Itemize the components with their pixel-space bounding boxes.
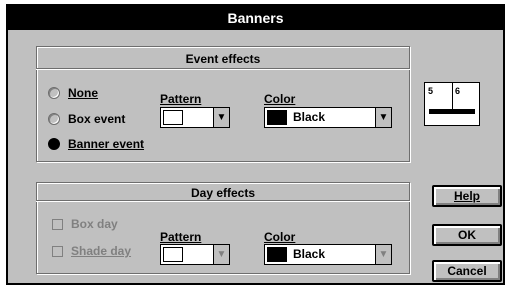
cancel-button-label: Cancel bbox=[447, 264, 487, 278]
checkbox-indicator[interactable] bbox=[52, 218, 63, 230]
checkbox-indicator[interactable] bbox=[52, 245, 63, 257]
dropdown-arrow-icon[interactable]: ▼ bbox=[375, 108, 391, 127]
dropdown-arrow-icon[interactable]: ▼ bbox=[375, 245, 391, 264]
checkbox-box-day-label: Box day bbox=[71, 217, 118, 231]
day-color-select[interactable]: Black ▼ bbox=[264, 244, 392, 265]
checkbox-box-day[interactable]: Box day bbox=[52, 217, 118, 231]
color-swatch bbox=[267, 110, 287, 125]
preview-day2: 6 bbox=[455, 86, 461, 96]
event-color-select[interactable]: Black ▼ bbox=[264, 107, 392, 128]
day-color-label: Color bbox=[264, 230, 296, 244]
day-pattern-select[interactable]: ▼ bbox=[160, 244, 230, 265]
dialog-title: Banners bbox=[8, 6, 503, 30]
ok-button[interactable]: OK bbox=[432, 224, 502, 246]
radio-indicator[interactable] bbox=[48, 87, 60, 99]
radio-indicator-selected[interactable] bbox=[48, 138, 60, 150]
event-color-label: Color bbox=[264, 92, 296, 106]
radio-none-label: None bbox=[68, 86, 98, 100]
checkbox-shade-day[interactable]: Shade day bbox=[52, 244, 131, 258]
help-button-label: Help bbox=[453, 189, 480, 203]
cancel-button[interactable]: Cancel bbox=[432, 260, 502, 282]
event-pattern-label: Pattern bbox=[160, 92, 202, 106]
dropdown-arrow-icon[interactable]: ▼ bbox=[213, 108, 229, 127]
event-pattern-select[interactable]: ▼ bbox=[160, 107, 230, 128]
pattern-swatch bbox=[163, 247, 183, 262]
event-color-value: Black bbox=[293, 110, 326, 124]
radio-box-event[interactable]: Box event bbox=[48, 112, 125, 126]
dropdown-arrow-icon[interactable]: ▼ bbox=[213, 245, 229, 264]
day-pattern-label: Pattern bbox=[160, 230, 202, 244]
ok-button-label: OK bbox=[458, 228, 476, 242]
preview-day1: 5 bbox=[428, 86, 434, 96]
day-effects-separator bbox=[36, 200, 410, 201]
radio-indicator[interactable] bbox=[48, 113, 60, 125]
day-effects-title: Day effects bbox=[190, 186, 256, 200]
checkbox-shade-day-label: Shade day bbox=[71, 244, 132, 258]
event-effects-separator bbox=[36, 68, 410, 69]
day-color-value: Black bbox=[293, 247, 326, 261]
radio-box-event-label: Box event bbox=[68, 112, 126, 126]
radio-none[interactable]: None bbox=[48, 86, 98, 100]
color-swatch bbox=[267, 247, 287, 262]
radio-banner-event[interactable]: Banner event bbox=[48, 137, 144, 151]
banner-preview: 5 6 bbox=[424, 82, 480, 126]
radio-banner-event-label: Banner event bbox=[68, 137, 145, 151]
pattern-swatch bbox=[163, 110, 183, 125]
event-effects-title: Event effects bbox=[185, 52, 261, 66]
help-button[interactable]: Help bbox=[432, 185, 502, 207]
banners-dialog: Banners Event effects None Box event Ban… bbox=[6, 4, 505, 285]
preview-banner-bar bbox=[429, 109, 475, 114]
